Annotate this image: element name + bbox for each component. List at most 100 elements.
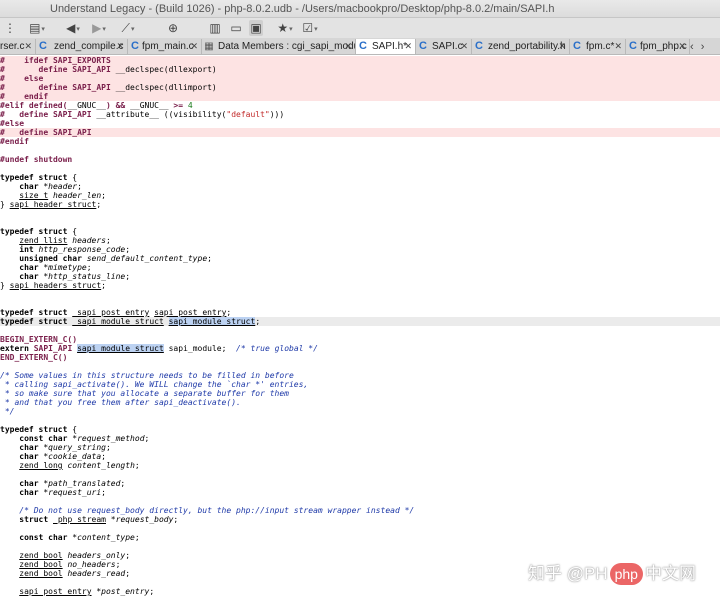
code-line[interactable]: size_t header_len;: [0, 191, 720, 200]
code-line[interactable]: /* Do not use request_body directly, but…: [0, 506, 720, 515]
code-editor[interactable]: # ifdef SAPI_EXPORTS # define SAPI_API __…: [0, 55, 720, 603]
code-line[interactable]: #elif defined(__GNUC__) && __GNUC__ >= 4: [0, 101, 720, 110]
code-line[interactable]: [0, 164, 720, 173]
code-line[interactable]: END_EXTERN_C(): [0, 353, 720, 362]
code-line[interactable]: [0, 497, 720, 506]
code-line[interactable]: char *request_uri;: [0, 488, 720, 497]
close-icon[interactable]: ✕: [460, 39, 468, 54]
code-line[interactable]: typedef struct {: [0, 227, 720, 236]
close-icon[interactable]: ✕: [558, 39, 566, 54]
tab-zend-portability-h[interactable]: C zend_portability.h ✕: [472, 39, 570, 54]
code-line[interactable]: [0, 290, 720, 299]
code-line[interactable]: } sapi_header_struct;: [0, 200, 720, 209]
code-line[interactable]: typedef struct {: [0, 425, 720, 434]
code-line[interactable]: * and that you free them after sapi_deac…: [0, 398, 720, 407]
code-line[interactable]: } sapi_headers_struct;: [0, 281, 720, 290]
code-line[interactable]: char *cookie_data;: [0, 452, 720, 461]
tab-sapi-c[interactable]: C SAPI.c ✕: [416, 39, 472, 54]
window-icon[interactable]: ▭: [229, 20, 243, 36]
code-line[interactable]: # define SAPI_API __declspec(dllimport): [0, 83, 720, 92]
close-icon[interactable]: ✕: [404, 39, 412, 54]
code-line[interactable]: zend_long content_length;: [0, 461, 720, 470]
close-icon[interactable]: ✕: [344, 39, 352, 54]
close-icon[interactable]: ✕: [116, 39, 124, 54]
c-file-icon: C: [573, 40, 581, 52]
toolbar-menu-icon[interactable]: ⋮: [4, 20, 16, 36]
code-line[interactable]: /* Some values in this structure needs t…: [0, 371, 720, 380]
code-line[interactable]: char *http_status_line;: [0, 272, 720, 281]
code-line[interactable]: # define SAPI_API __declspec(dllexport): [0, 65, 720, 74]
code-line[interactable]: char *header;: [0, 182, 720, 191]
code-token: *: [38, 443, 49, 452]
code-token: ;: [101, 452, 106, 461]
code-line[interactable]: * calling sapi_activate(). We WILL chang…: [0, 380, 720, 389]
code-line[interactable]: #else: [0, 119, 720, 128]
tab-data-members[interactable]: ▦ Data Members : cgi_sapi_module ✕: [202, 39, 356, 54]
code-line[interactable]: [0, 416, 720, 425]
close-icon[interactable]: ✕: [678, 39, 686, 54]
code-line[interactable]: [0, 542, 720, 551]
tab-fpm-c[interactable]: C fpm.c* ✕: [570, 39, 626, 54]
code-line[interactable]: [0, 524, 720, 533]
code-line[interactable]: # else: [0, 74, 720, 83]
tab-parser-c[interactable]: rser.c ✕: [0, 39, 36, 54]
code-line[interactable]: sapi_post_entry *post_entry;: [0, 587, 720, 596]
code-line[interactable]: typedef struct _sapi_post_entry sapi_pos…: [0, 308, 720, 317]
back-icon[interactable]: ◀▾: [64, 20, 82, 36]
code-line[interactable]: const char *content_type;: [0, 533, 720, 542]
code-token: *: [38, 182, 49, 191]
layout-icon[interactable]: ▥: [208, 20, 222, 36]
code-token: ;: [173, 515, 179, 524]
save-icon[interactable]: ▤▾: [28, 20, 46, 36]
code-line[interactable]: const char *request_method;: [0, 434, 720, 443]
code-token: size_t: [19, 191, 49, 200]
code-line[interactable]: [0, 362, 720, 371]
close-icon[interactable]: ✕: [24, 39, 32, 54]
code-line[interactable]: typedef struct _sapi_module_struct sapi_…: [0, 317, 720, 326]
code-line[interactable]: */: [0, 407, 720, 416]
favorite-icon[interactable]: ★▾: [275, 20, 295, 36]
tab-sapi-h[interactable]: C SAPI.h* ✕: [356, 39, 416, 54]
forward-icon[interactable]: ▶▾: [90, 20, 108, 36]
code-line[interactable]: BEGIN_EXTERN_C(): [0, 335, 720, 344]
code-line[interactable]: [0, 218, 720, 227]
code-token: typedef struct: [0, 227, 68, 236]
code-line[interactable]: # define SAPI_API: [0, 128, 720, 137]
code-token: zend_bool: [19, 560, 63, 569]
code-line[interactable]: #endif: [0, 137, 720, 146]
code-line[interactable]: [0, 146, 720, 155]
code-line[interactable]: [0, 299, 720, 308]
code-line[interactable]: zend_llist headers;: [0, 236, 720, 245]
code-line[interactable]: zend_bool headers_only;: [0, 551, 720, 560]
code-line[interactable]: [0, 209, 720, 218]
panel-icon[interactable]: ▣: [249, 20, 263, 36]
web-icon[interactable]: ⊕: [166, 20, 180, 36]
code-line[interactable]: struct _php_stream *request_body;: [0, 515, 720, 524]
code-line[interactable]: char *mimetype;: [0, 263, 720, 272]
code-line[interactable]: typedef struct {: [0, 173, 720, 182]
code-line[interactable]: unsigned char send_default_content_type;: [0, 254, 720, 263]
code-line[interactable]: [0, 326, 720, 335]
document-check-icon[interactable]: ☑▾: [300, 20, 320, 36]
tab-zend-compile-c[interactable]: C zend_compile.c ✕: [36, 39, 128, 54]
code-line[interactable]: # ifdef SAPI_EXPORTS: [0, 56, 720, 65]
graph-icon[interactable]: ⟋▾: [118, 20, 138, 36]
tab-scroll-arrows[interactable]: ‹ ›: [690, 40, 720, 54]
close-icon[interactable]: ✕: [614, 39, 622, 54]
close-icon[interactable]: ✕: [190, 39, 198, 54]
code-line[interactable]: * so make sure that you allocate a separ…: [0, 389, 720, 398]
code-line[interactable]: [0, 470, 720, 479]
c-file-icon: C: [359, 40, 367, 52]
code-line[interactable]: char *query_string;: [0, 443, 720, 452]
tab-fpm-php-c[interactable]: C fpm_php.c ✕: [626, 39, 690, 54]
code-line[interactable]: # define SAPI_API __attribute__ ((visibi…: [0, 110, 720, 119]
code-line[interactable]: # endif: [0, 92, 720, 101]
code-line[interactable]: char *path_translated;: [0, 479, 720, 488]
tab-fpm-main-c[interactable]: C fpm_main.c ✕: [128, 39, 202, 54]
code-line[interactable]: #undef shutdown: [0, 155, 720, 164]
code-line[interactable]: int http_response_code;: [0, 245, 720, 254]
code-line[interactable]: extern SAPI_API sapi_module_struct sapi_…: [0, 344, 720, 353]
code-token: request_uri: [48, 488, 102, 497]
